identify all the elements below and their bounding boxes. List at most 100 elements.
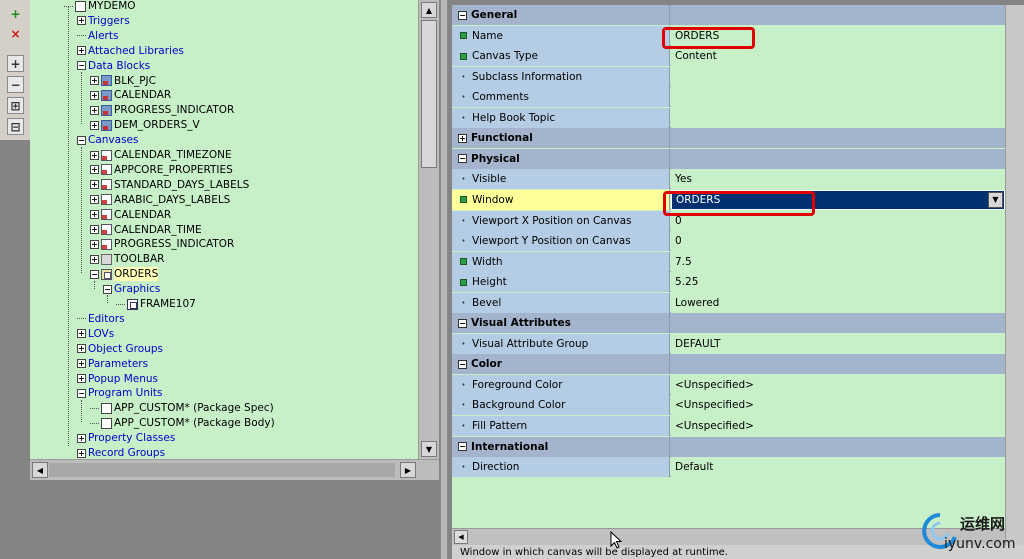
- tree-node-progress-indicator[interactable]: + PROGRESS_INDICATOR: [90, 103, 234, 117]
- scroll-down-icon[interactable]: ▼: [421, 441, 437, 457]
- property-value-cell[interactable]: <Unspecified>: [671, 395, 1005, 416]
- tree-node-object-groups[interactable]: + Object Groups: [77, 342, 163, 356]
- property-value-cell[interactable]: Lowered: [671, 292, 1005, 313]
- expand-icon[interactable]: +: [90, 76, 99, 85]
- property-value-cell[interactable]: Default: [671, 457, 1005, 478]
- expand-icon[interactable]: +: [90, 254, 99, 264]
- property-row-visual-attribute-group[interactable]: • Visual Attribute Group DEFAULT: [452, 333, 1005, 354]
- collapse-icon[interactable]: −: [458, 154, 467, 164]
- property-value-cell[interactable]: [671, 107, 1005, 128]
- tree-node-lovs[interactable]: + LOVs: [77, 327, 114, 341]
- tree-node-triggers[interactable]: + Triggers: [77, 14, 130, 28]
- collapse-all-button[interactable]: ⊟: [7, 118, 24, 135]
- property-value-cell[interactable]: Yes: [671, 169, 1005, 190]
- property-row-subclass-information[interactable]: • Subclass Information: [452, 66, 1005, 87]
- expand-icon[interactable]: +: [77, 16, 86, 26]
- tree-node-parameters[interactable]: + Parameters: [77, 357, 148, 371]
- tree-node-toolbar[interactable]: + TOOLBAR: [90, 252, 164, 266]
- property-row-background-color[interactable]: • Background Color <Unspecified>: [452, 395, 1005, 416]
- pane-splitter[interactable]: [440, 0, 448, 559]
- property-value-cell[interactable]: <Unspecified>: [671, 374, 1005, 395]
- scroll-up-icon[interactable]: ▲: [421, 2, 437, 18]
- collapse-icon[interactable]: −: [458, 318, 467, 328]
- collapse-button[interactable]: −: [7, 76, 24, 93]
- expand-icon[interactable]: +: [77, 329, 86, 339]
- expand-icon[interactable]: +: [90, 165, 99, 175]
- tree-node-calendar[interactable]: + CALENDAR: [90, 208, 171, 222]
- expand-all-button[interactable]: ⊞: [7, 97, 24, 114]
- expand-icon[interactable]: +: [90, 239, 99, 249]
- collapse-icon[interactable]: −: [458, 10, 467, 20]
- collapse-icon[interactable]: −: [90, 269, 99, 279]
- expand-icon[interactable]: +: [90, 225, 99, 234]
- collapse-icon[interactable]: −: [458, 442, 467, 452]
- expand-icon[interactable]: +: [458, 133, 467, 143]
- expand-icon[interactable]: +: [90, 90, 99, 100]
- collapse-icon[interactable]: −: [77, 388, 86, 398]
- tree-node-blk-pjc[interactable]: + BLK_PJC: [90, 74, 156, 88]
- section-physical[interactable]: − Physical: [452, 148, 1005, 169]
- navigator-horizontal-scrollbar[interactable]: ◀ ▶: [30, 459, 439, 480]
- property-row-canvas-type[interactable]: Canvas Type Content: [452, 46, 1005, 67]
- collapse-icon[interactable]: −: [103, 284, 112, 294]
- expand-icon[interactable]: +: [90, 195, 99, 205]
- scroll-track[interactable]: [49, 463, 395, 477]
- property-row-viewport-y-position-on-canvas[interactable]: • Viewport Y Position on Canvas 0: [452, 231, 1005, 252]
- property-value-cell[interactable]: Content: [671, 46, 1005, 67]
- tree-node-mydemo[interactable]: MYDEMO: [64, 0, 136, 13]
- property-value-cell[interactable]: [671, 66, 1005, 87]
- property-value-cell[interactable]: DEFAULT: [671, 333, 1005, 354]
- tree-node-popup-menus[interactable]: + Popup Menus: [77, 372, 158, 386]
- tree-node-record-groups[interactable]: + Record Groups: [77, 446, 165, 459]
- property-value-cell[interactable]: 0: [671, 231, 1005, 252]
- tree-node-orders[interactable]: − ORDERS: [90, 267, 159, 282]
- tree-node-alerts[interactable]: Alerts: [77, 29, 118, 43]
- collapse-icon[interactable]: −: [77, 61, 86, 71]
- expand-icon[interactable]: +: [77, 374, 86, 383]
- tree-node-canvases[interactable]: − Canvases: [77, 133, 138, 147]
- tree-node-attached-libraries[interactable]: + Attached Libraries: [77, 44, 184, 58]
- scroll-left-icon[interactable]: ◀: [32, 462, 48, 478]
- expand-icon[interactable]: +: [77, 448, 86, 458]
- tree-node-calendar-time[interactable]: + CALENDAR_TIME: [90, 223, 202, 237]
- expand-icon[interactable]: +: [77, 359, 86, 369]
- tree-node-data-blocks[interactable]: − Data Blocks: [77, 59, 150, 73]
- property-row-bevel[interactable]: • Bevel Lowered: [452, 292, 1005, 313]
- create-button[interactable]: +: [7, 5, 24, 22]
- tree-node-app-custom-package-spec[interactable]: APP_CUSTOM* (Package Spec): [90, 401, 274, 415]
- expand-icon[interactable]: +: [90, 180, 99, 190]
- tree-node-appcore-properties[interactable]: + APPCORE_PROPERTIES: [90, 163, 233, 177]
- expand-icon[interactable]: +: [77, 433, 86, 443]
- tree-node-progress-indicator[interactable]: + PROGRESS_INDICATOR: [90, 237, 234, 251]
- property-row-comments[interactable]: • Comments: [452, 87, 1005, 108]
- scroll-right-icon[interactable]: ▶: [400, 462, 416, 478]
- tree-node-calendar-timezone[interactable]: + CALENDAR_TIMEZONE: [90, 148, 232, 162]
- navigator-vertical-scrollbar[interactable]: ▲ ▼: [418, 0, 439, 459]
- scroll-thumb[interactable]: [421, 20, 437, 168]
- section-functional[interactable]: + Functional: [452, 128, 1005, 149]
- expand-icon[interactable]: +: [90, 105, 99, 115]
- tree-node-dem-orders-v[interactable]: + DEM_ORDERS_V: [90, 118, 200, 132]
- property-row-height[interactable]: Height 5.25: [452, 272, 1005, 293]
- property-row-visible[interactable]: • Visible Yes: [452, 169, 1005, 190]
- tree-node-program-units[interactable]: − Program Units: [77, 386, 162, 400]
- property-value-cell[interactable]: <Unspecified>: [671, 416, 1005, 436]
- delete-button[interactable]: ×: [7, 25, 24, 42]
- collapse-icon[interactable]: −: [458, 359, 467, 369]
- expand-icon[interactable]: +: [90, 210, 99, 220]
- section-visual-attributes[interactable]: − Visual Attributes: [452, 313, 1005, 334]
- section-international[interactable]: − International: [452, 436, 1005, 457]
- tree-node-standard-days-labels[interactable]: + STANDARD_DAYS_LABELS: [90, 178, 249, 192]
- chevron-down-icon[interactable]: ▼: [988, 191, 1003, 208]
- tree-node-graphics[interactable]: − Graphics: [103, 282, 160, 296]
- property-row-foreground-color[interactable]: • Foreground Color <Unspecified>: [452, 374, 1005, 395]
- expand-icon[interactable]: +: [77, 344, 86, 354]
- property-row-fill-pattern[interactable]: • Fill Pattern <Unspecified>: [452, 416, 1005, 436]
- property-value-cell[interactable]: [671, 87, 1005, 108]
- expand-icon[interactable]: +: [77, 46, 86, 56]
- property-value-cell[interactable]: 5.25: [671, 272, 1005, 293]
- expand-icon[interactable]: +: [90, 120, 99, 130]
- tree-node-editors[interactable]: Editors: [77, 312, 125, 326]
- tree-node-property-classes[interactable]: + Property Classes: [77, 431, 175, 445]
- scroll-left-icon[interactable]: ◀: [454, 530, 468, 544]
